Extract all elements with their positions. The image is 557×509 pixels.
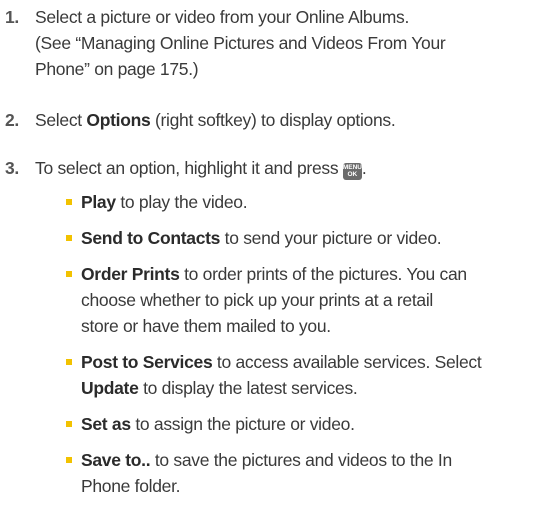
menu-ok-key-icon: MENU OK bbox=[342, 163, 362, 180]
list-item: Order Prints to order prints of the pict… bbox=[66, 261, 551, 339]
step-line: Phone” on page 175.) bbox=[35, 59, 199, 79]
instruction-page: 1. Select a picture or video from your O… bbox=[0, 0, 557, 496]
list-item: Send to Contacts to send your picture or… bbox=[66, 225, 551, 251]
option-description: to assign the picture or video. bbox=[130, 414, 355, 434]
option-description: to order prints of the pictures. You can bbox=[179, 264, 467, 284]
option-name: Set as bbox=[81, 414, 131, 434]
option-inline-bold: Update bbox=[81, 378, 139, 398]
option-name: Post to Services bbox=[81, 352, 213, 372]
bullet-icon bbox=[66, 271, 72, 277]
option-description-line: store or have them mailed to you. bbox=[81, 316, 331, 336]
option-name: Save to.. bbox=[81, 450, 151, 470]
option-description-line: choose whether to pick up your prints at… bbox=[81, 290, 434, 310]
bullet-icon bbox=[66, 199, 72, 205]
option-name: Play bbox=[81, 192, 116, 212]
step-text-pre: Select bbox=[35, 110, 87, 130]
option-description-line: to display the latest services. bbox=[138, 378, 358, 398]
menu-key-label: MENU bbox=[342, 164, 362, 171]
step-text-end: . bbox=[361, 158, 367, 178]
option-name: Send to Contacts bbox=[81, 228, 221, 248]
option-description: to play the video. bbox=[115, 192, 248, 212]
bullet-icon bbox=[66, 235, 72, 241]
list-item: Post to Services to access available ser… bbox=[66, 349, 551, 401]
step-text: To select an option, highlight it and pr… bbox=[35, 155, 550, 181]
bullet-icon bbox=[66, 457, 72, 463]
ok-key-label: OK bbox=[347, 171, 358, 178]
step-number: 1. bbox=[5, 7, 19, 27]
step-number: 2. bbox=[5, 110, 19, 130]
step-text: Select Options (right softkey) to displa… bbox=[35, 107, 550, 133]
option-name: Order Prints bbox=[81, 264, 180, 284]
list-item: Set as to assign the picture or video. bbox=[66, 411, 551, 437]
step-text-post: (right softkey) to display options. bbox=[150, 110, 396, 130]
option-description: to save the pictures and videos to the I… bbox=[150, 450, 452, 470]
step-number: 3. bbox=[5, 158, 19, 178]
step-line: Select a picture or video from your Onli… bbox=[35, 7, 410, 27]
step-text-main: To select an option, highlight it and pr… bbox=[35, 158, 339, 178]
step-line: (See “Managing Online Pictures and Video… bbox=[35, 33, 446, 53]
list-item: Play to play the video. bbox=[66, 189, 551, 215]
options-softkey-label: Options bbox=[86, 110, 151, 130]
option-description: to send your picture or video. bbox=[220, 228, 442, 248]
list-item: Save to.. to save the pictures and video… bbox=[66, 447, 551, 499]
step-text: Select a picture or video from your Onli… bbox=[35, 4, 550, 82]
bullet-icon bbox=[66, 359, 72, 365]
options-list: Play to play the video. Send to Contacts… bbox=[66, 189, 551, 509]
option-description: to access available services. Select bbox=[212, 352, 482, 372]
bullet-icon bbox=[66, 421, 72, 427]
